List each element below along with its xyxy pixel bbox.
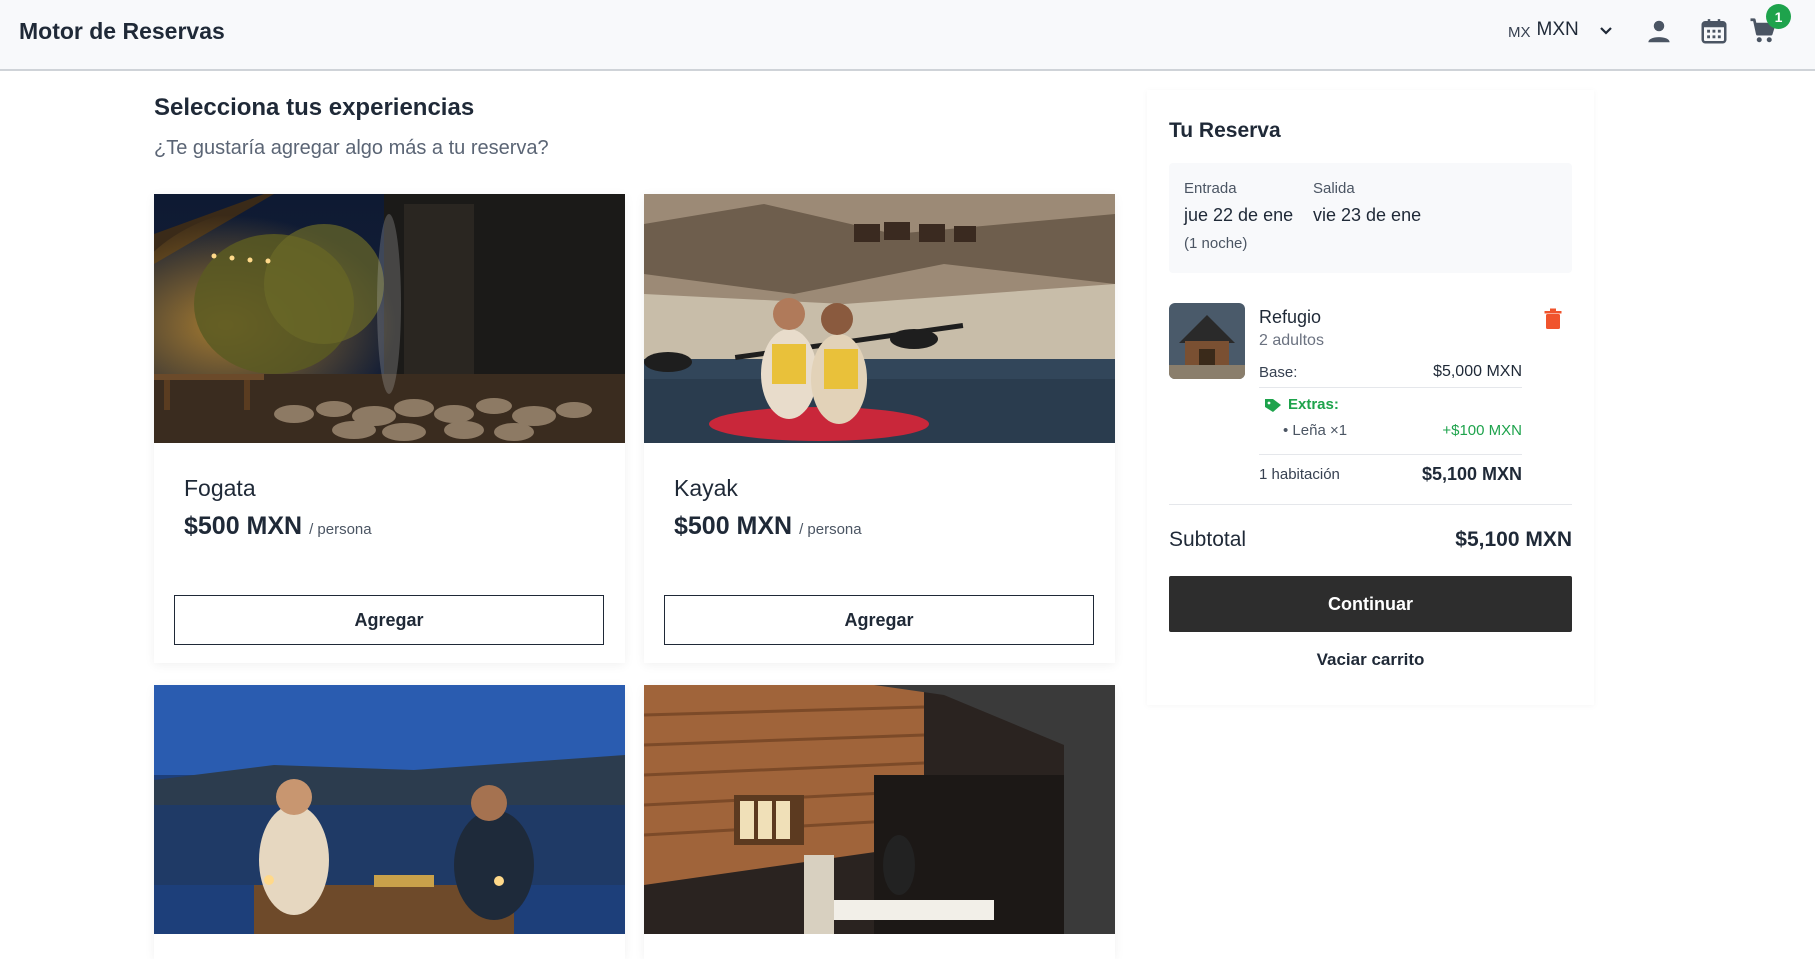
dinner-photo bbox=[154, 685, 625, 934]
calendar-icon[interactable] bbox=[1699, 16, 1729, 46]
dates-box: Entrada jue 22 de ene Salida vie 23 de e… bbox=[1169, 163, 1572, 273]
divider bbox=[1169, 504, 1572, 505]
price-amount: $500 MXN bbox=[674, 512, 793, 540]
reservation-panel: Tu Reserva Entrada jue 22 de ene Salida … bbox=[1147, 90, 1594, 705]
page-subtitle: ¿Te gustaría agregar algo más a tu reser… bbox=[154, 137, 549, 159]
price-unit: / persona bbox=[799, 521, 862, 538]
page-title: Selecciona tus experiencias bbox=[154, 94, 475, 121]
experience-card-kayak: Kayak $500 MXN / persona Agregar bbox=[644, 194, 1115, 663]
fogata-photo bbox=[154, 194, 625, 443]
rooms-row: 1 habitación $5,100 MXN bbox=[1259, 464, 1522, 485]
spa-photo bbox=[644, 685, 1115, 934]
refugio-thumbnail bbox=[1169, 303, 1245, 379]
extras-label: Extras: bbox=[1288, 396, 1339, 413]
nights-count: (1 noche) bbox=[1184, 235, 1248, 252]
base-value: $5,000 MXN bbox=[1433, 363, 1522, 380]
divider bbox=[1259, 454, 1522, 455]
experience-card-4 bbox=[644, 685, 1115, 959]
price-unit: / persona bbox=[309, 521, 372, 538]
subtotal-row: Subtotal $5,100 MXN bbox=[1169, 528, 1572, 552]
base-row: Base: $5,000 MXN bbox=[1259, 363, 1522, 381]
empty-cart-link[interactable]: Vaciar carrito bbox=[1169, 650, 1572, 670]
checkin-label: Entrada bbox=[1184, 180, 1237, 197]
item-name: Refugio bbox=[1259, 307, 1322, 327]
experience-card-3 bbox=[154, 685, 625, 959]
experience-name: Fogata bbox=[184, 475, 256, 501]
tag-icon bbox=[1265, 398, 1281, 412]
add-kayak-button[interactable]: Agregar bbox=[664, 595, 1094, 645]
kayak-card-body: Kayak $500 MXN / persona Agregar bbox=[644, 443, 1115, 663]
experience-card-fogata: Fogata $500 MXN / persona Agregar bbox=[154, 194, 625, 663]
rooms-total: $5,100 MXN bbox=[1421, 464, 1522, 484]
continue-button[interactable]: Continuar bbox=[1169, 576, 1572, 632]
price-amount: $500 MXN bbox=[184, 512, 303, 540]
subtotal-value: $5,100 MXN bbox=[1455, 528, 1572, 551]
experience-price: $500 MXN / persona bbox=[184, 512, 372, 541]
subtotal-label: Subtotal bbox=[1169, 528, 1247, 551]
top-header: Motor de Reservas MX MXN 1 bbox=[0, 0, 1815, 71]
item-guests: 2 adultos bbox=[1259, 332, 1324, 349]
rooms-label: 1 habitación bbox=[1259, 466, 1340, 483]
extras-heading: Extras: bbox=[1264, 396, 1339, 413]
reservation-title: Tu Reserva bbox=[1169, 119, 1281, 142]
fogata-card-body: Fogata $500 MXN / persona Agregar bbox=[154, 443, 625, 663]
checkout-label: Salida bbox=[1313, 180, 1355, 197]
divider bbox=[1259, 387, 1522, 388]
trash-icon[interactable] bbox=[1543, 308, 1563, 330]
user-icon[interactable] bbox=[1644, 16, 1674, 46]
cart-count-badge: 1 bbox=[1766, 4, 1791, 29]
extra-name: • Leña ×1 bbox=[1283, 422, 1348, 439]
chevron-down-icon bbox=[1599, 27, 1612, 35]
add-fogata-button[interactable]: Agregar bbox=[174, 595, 604, 645]
base-label: Base: bbox=[1259, 363, 1298, 381]
currency-selector[interactable]: MX MXN bbox=[1508, 19, 1613, 41]
experience-price: $500 MXN / persona bbox=[674, 512, 862, 541]
extra-item-row: • Leña ×1 +$100 MXN bbox=[1283, 422, 1522, 439]
kayak-photo bbox=[644, 194, 1115, 443]
extra-price: +$100 MXN bbox=[1442, 422, 1522, 439]
checkout-value: vie 23 de ene bbox=[1313, 205, 1422, 225]
brand-title[interactable]: Motor de Reservas bbox=[19, 18, 225, 45]
checkin-value: jue 22 de ene bbox=[1184, 205, 1294, 225]
currency-code: MXN bbox=[1536, 19, 1579, 40]
experience-name: Kayak bbox=[674, 475, 738, 501]
country-flag: MX bbox=[1508, 23, 1531, 41]
